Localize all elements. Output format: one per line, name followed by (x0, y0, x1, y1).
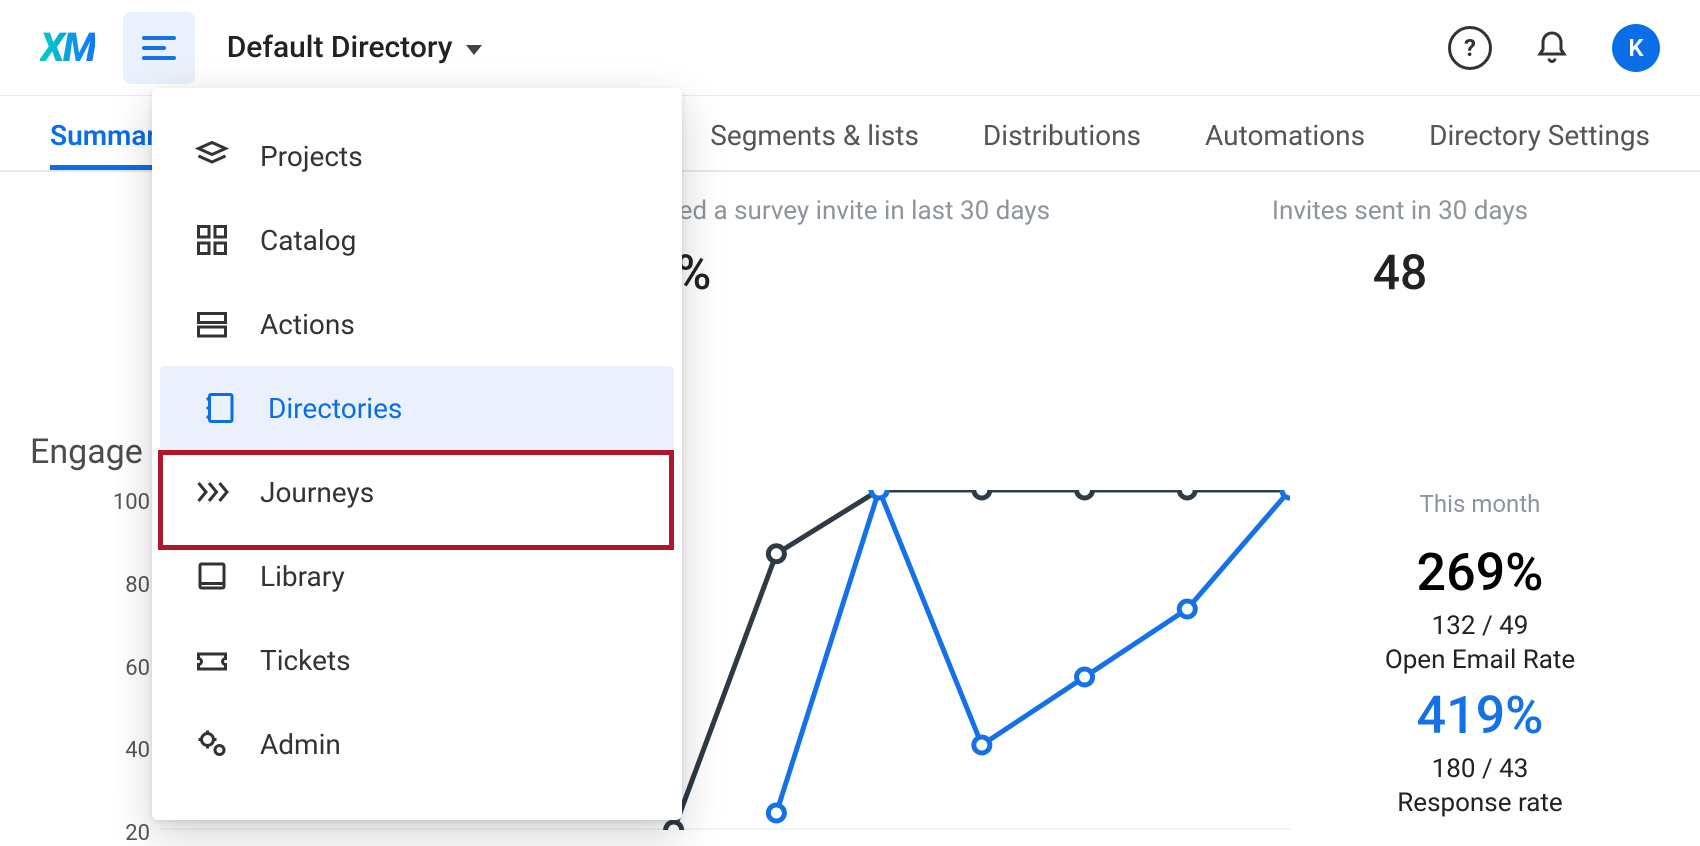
notifications-button[interactable] (1532, 28, 1572, 68)
stat-invites-label: Invites sent in 30 days (1150, 196, 1650, 226)
engagement-side-stats: This month 269% 132 / 49 Open Email Rate… (1310, 490, 1650, 828)
tab-directory-settings[interactable]: Directory Settings (1429, 119, 1650, 170)
nav-item-tickets[interactable]: Tickets (152, 618, 682, 702)
directories-icon (200, 388, 240, 428)
response-rate-percent: 419% (1310, 685, 1650, 746)
directory-selector-label: Default Directory (227, 30, 453, 65)
help-button[interactable]: ? (1448, 26, 1492, 70)
nav-item-library[interactable]: Library (152, 534, 682, 618)
directory-selector[interactable]: Default Directory (227, 30, 483, 65)
nav-item-label: Directories (268, 392, 402, 425)
nav-item-directories[interactable]: Directories (160, 366, 674, 450)
tab-segments[interactable]: Segments & lists (710, 119, 919, 170)
projects-icon (192, 136, 232, 176)
nav-item-label: Library (260, 560, 345, 593)
stat-invites-value: 48 (1150, 244, 1650, 301)
question-icon: ? (1464, 34, 1476, 62)
open-rate-percent: 269% (1310, 542, 1650, 603)
main-menu-button[interactable] (123, 12, 195, 84)
catalog-icon (192, 220, 232, 260)
y-tick: 80 (110, 573, 150, 598)
chevron-down-icon (466, 45, 482, 55)
user-avatar[interactable]: K (1612, 24, 1660, 72)
main-nav-dropdown: Projects Catalog Actions Directories Jou… (152, 88, 682, 820)
nav-item-label: Actions (260, 308, 355, 341)
y-tick: 20 (110, 821, 150, 846)
actions-icon (192, 304, 232, 344)
response-rate-label: Response rate (1310, 788, 1650, 818)
tab-distributions[interactable]: Distributions (983, 119, 1141, 170)
tickets-icon (192, 640, 232, 680)
y-tick: 60 (110, 656, 150, 681)
y-tick: 40 (110, 738, 150, 763)
nav-item-projects[interactable]: Projects (152, 114, 682, 198)
stat-invites: Invites sent in 30 days 48 (1150, 196, 1650, 301)
bell-icon (1534, 30, 1570, 66)
nav-item-journeys[interactable]: Journeys (152, 450, 682, 534)
chart-y-ticks: 100 80 60 40 20 (110, 490, 150, 846)
nav-item-label: Journeys (260, 476, 374, 509)
nav-item-admin[interactable]: Admin (152, 702, 682, 786)
avatar-initial: K (1628, 34, 1643, 62)
hamburger-icon (142, 36, 176, 60)
header-right-group: ? K (1448, 24, 1660, 72)
nav-item-label: Admin (260, 728, 341, 761)
engagement-section-title: Engage (30, 432, 143, 472)
period-label: This month (1310, 490, 1650, 518)
tab-automations[interactable]: Automations (1205, 119, 1365, 170)
y-tick: 100 (110, 490, 150, 515)
xm-logo: XM (40, 24, 95, 71)
top-header: XM Default Directory ? K (0, 0, 1700, 96)
nav-item-label: Projects (260, 140, 363, 173)
library-icon (192, 556, 232, 596)
journeys-icon (192, 472, 232, 512)
nav-item-label: Tickets (260, 644, 351, 677)
open-rate-label: Open Email Rate (1310, 645, 1650, 675)
nav-item-actions[interactable]: Actions (152, 282, 682, 366)
nav-item-catalog[interactable]: Catalog (152, 198, 682, 282)
open-rate-fraction: 132 / 49 (1310, 611, 1650, 641)
response-rate-fraction: 180 / 43 (1310, 754, 1650, 784)
nav-item-label: Catalog (260, 224, 356, 257)
admin-icon (192, 724, 232, 764)
